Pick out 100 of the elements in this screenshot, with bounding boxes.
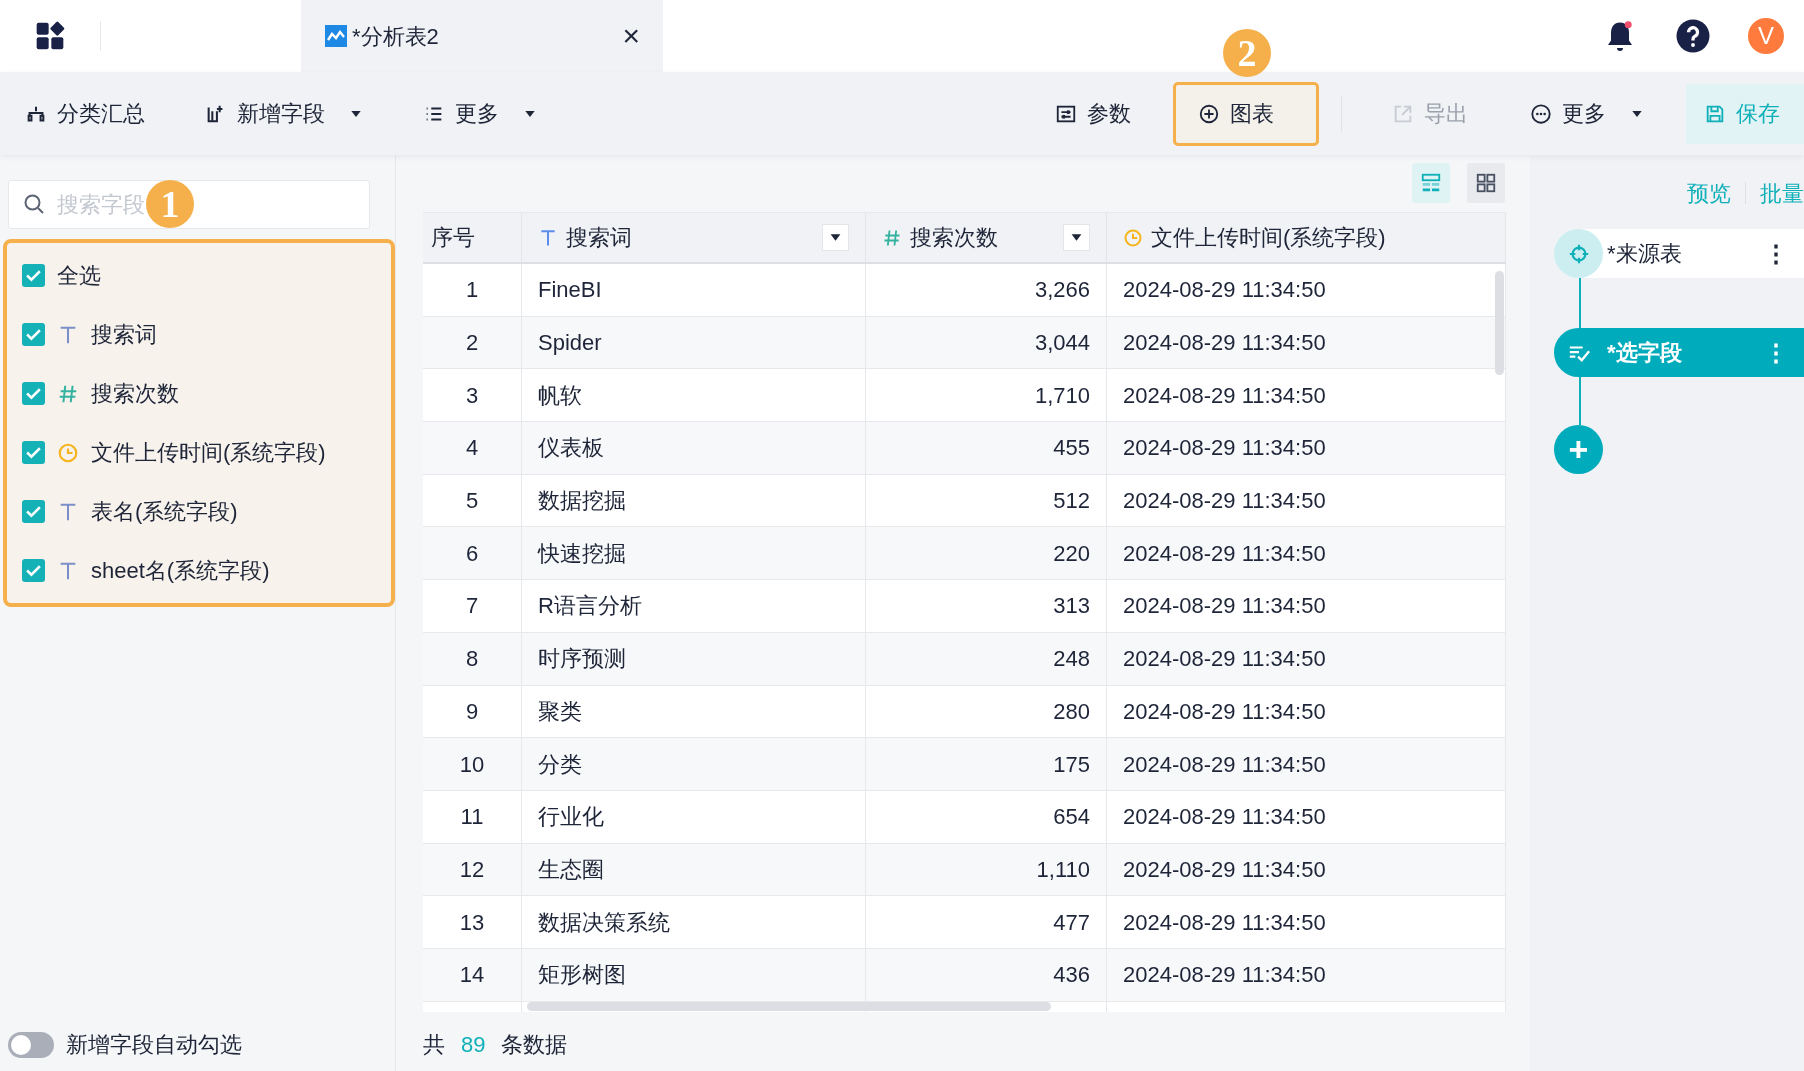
table-cell: 8	[423, 632, 522, 685]
table-cell: 3,266	[866, 264, 1107, 316]
table-cell: 3,044	[866, 316, 1107, 369]
field-item[interactable]: 搜索词	[7, 305, 391, 364]
table-cell: 10	[423, 738, 522, 790]
field-item[interactable]: sheet名(系统字段)	[7, 541, 391, 600]
table-cell: 477	[866, 896, 1107, 948]
table-cell: 220	[866, 527, 1107, 580]
plus-circle-icon	[1198, 102, 1220, 125]
field-label: 表名(系统字段)	[91, 498, 238, 526]
help-icon[interactable]	[1675, 18, 1711, 54]
table-cell: 聚类	[522, 685, 866, 738]
field-label: sheet名(系统字段)	[91, 557, 270, 585]
table-cell: 2024-08-29 11:34:50	[1107, 738, 1506, 790]
caret-icon	[1070, 231, 1083, 244]
table-cell: 313	[866, 580, 1107, 632]
table-cell: 2024-08-29 11:34:50	[1107, 580, 1506, 632]
app-grid-icon[interactable]	[34, 20, 66, 52]
table-cell: 行业化	[522, 790, 866, 843]
more-icon	[1530, 102, 1552, 125]
table-cell: 2024-08-29 11:34:50	[1107, 685, 1506, 738]
view-toggle-button[interactable]	[1467, 163, 1505, 203]
checkbox[interactable]	[22, 382, 45, 405]
table-cell: 175	[866, 738, 1107, 790]
column-header[interactable]: 文件上传时间(系统字段)	[1107, 213, 1506, 262]
table-cell: 2	[423, 316, 522, 369]
table-cell: 280	[866, 685, 1107, 738]
table-cell: 2024-08-29 11:34:50	[1107, 896, 1506, 948]
table-cell: 5	[423, 474, 522, 527]
vertical-scrollbar[interactable]	[1495, 271, 1504, 375]
field-item[interactable]: 全选	[7, 246, 391, 305]
tab-title: *分析表2	[352, 22, 440, 51]
footer-text: 共	[423, 1031, 445, 1059]
field-label: 文件上传时间(系统字段)	[91, 439, 326, 467]
line-chart-icon	[324, 24, 348, 48]
target-icon	[1567, 242, 1590, 265]
toolbar-button[interactable]: 参数	[1035, 83, 1151, 144]
toolbar-button[interactable]: 图表	[1173, 81, 1319, 146]
table-cell: 13	[423, 896, 522, 948]
table-cell: 仪表板	[522, 422, 866, 474]
list-view-icon	[1420, 172, 1442, 194]
field-item[interactable]: 文件上传时间(系统字段)	[7, 423, 391, 482]
table-cell: 1	[423, 264, 522, 316]
table-cell: 时序预测	[522, 632, 866, 685]
table-cell: 455	[866, 422, 1107, 474]
column-header[interactable]: 搜索次数	[866, 213, 1107, 262]
field-label: 搜索次数	[91, 380, 179, 408]
clock-icon	[57, 441, 79, 464]
table-cell: 2024-08-29 11:34:50	[1107, 843, 1506, 896]
checkbox[interactable]	[22, 559, 45, 582]
view-toggle-button[interactable]	[1412, 163, 1450, 203]
table-cell: 2024-08-29 11:34:50	[1107, 474, 1506, 527]
checkbox[interactable]	[22, 441, 45, 464]
step-label: *选字段	[1607, 339, 1683, 367]
flow-step[interactable]: *来源表 ⋮	[1554, 229, 1804, 278]
filter-dropdown[interactable]	[1063, 224, 1090, 251]
checkbox[interactable]	[22, 264, 45, 287]
toolbar-button[interactable]: 更多	[1514, 83, 1660, 144]
filter-dropdown[interactable]	[822, 224, 849, 251]
column-header[interactable]: 序号	[423, 213, 522, 262]
table-cell: 436	[866, 948, 1107, 1001]
step-label: *来源表	[1607, 240, 1683, 268]
close-icon[interactable]: ×	[622, 21, 640, 51]
toggle-switch[interactable]	[8, 1031, 54, 1058]
table-cell: 6	[423, 527, 522, 580]
document-tab[interactable]: *分析表2 ×	[301, 0, 663, 72]
toolbar-button[interactable]: 新增字段	[205, 97, 363, 130]
table-cell: 2024-08-29 11:34:50	[1107, 632, 1506, 685]
more-icon[interactable]: ⋮	[1764, 235, 1788, 272]
toggle-label: 新增字段自动勾选	[66, 1031, 242, 1059]
table-cell: 3	[423, 369, 522, 422]
table-cell: 数据挖掘	[522, 474, 866, 527]
hash-icon	[882, 227, 902, 248]
table-cell: 矩形树图	[522, 948, 866, 1001]
table-cell: 654	[866, 790, 1107, 843]
text-type-icon	[538, 227, 558, 248]
toolbar-button[interactable]: 更多	[423, 97, 537, 130]
search-icon	[22, 192, 46, 216]
column-header[interactable]: 搜索词	[522, 213, 866, 262]
clock-icon	[1123, 227, 1143, 248]
table-cell: Spider	[522, 316, 866, 369]
checkbox[interactable]	[22, 323, 45, 346]
table-cell: 1,710	[866, 369, 1107, 422]
table-cell: 248	[866, 632, 1107, 685]
row-count: 89	[461, 1031, 486, 1059]
table-cell: 分类	[522, 738, 866, 790]
checkbox[interactable]	[22, 500, 45, 523]
field-label: 搜索词	[91, 321, 157, 349]
caret-icon	[829, 231, 842, 244]
horizontal-scrollbar[interactable]	[527, 1001, 1051, 1011]
table-cell: 4	[423, 422, 522, 474]
table-cell: 帆软	[522, 369, 866, 422]
footer-text: 条数据	[501, 1031, 568, 1059]
field-item[interactable]: 搜索次数	[7, 364, 391, 423]
table-cell: 2024-08-29 11:34:50	[1107, 948, 1506, 1001]
table-cell: 7	[423, 580, 522, 632]
table-cell: R语言分析	[522, 580, 866, 632]
table-cell: 2024-08-29 11:34:50	[1107, 790, 1506, 843]
toolbar-button[interactable]: 分类汇总	[25, 97, 145, 130]
field-item[interactable]: 表名(系统字段)	[7, 482, 391, 541]
